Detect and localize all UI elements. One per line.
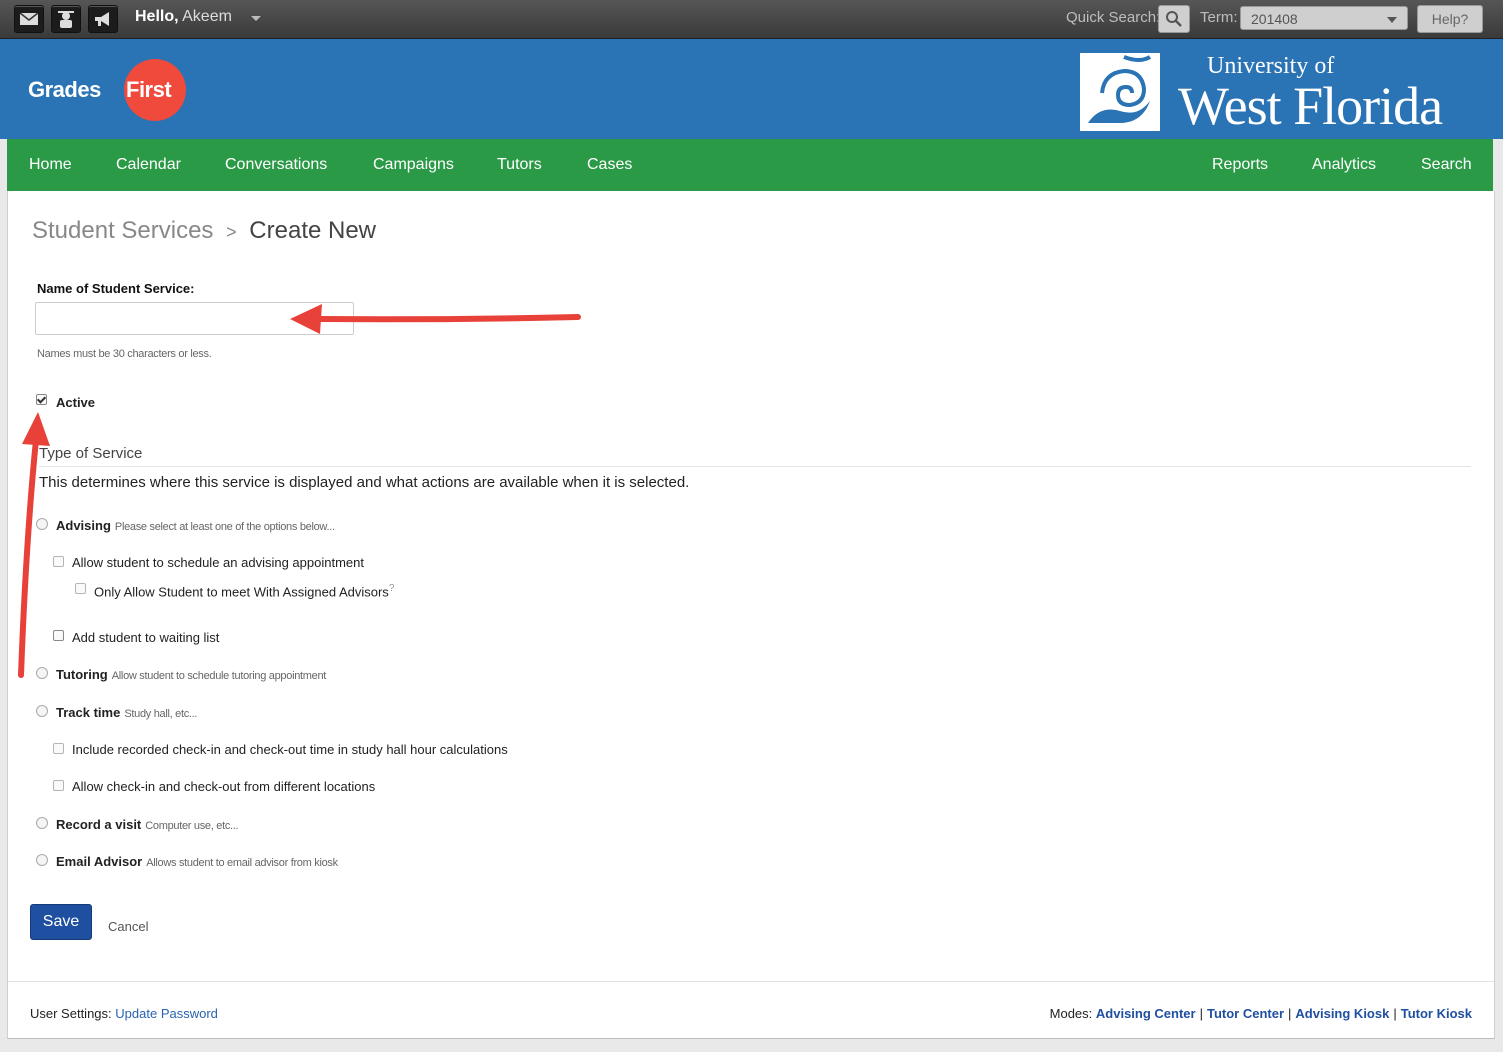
modes-label: Modes: [1049, 1006, 1093, 1021]
nav-tutors[interactable]: Tutors [497, 156, 542, 174]
logo-first-text: First [126, 77, 172, 102]
breadcrumb-parent[interactable]: Student Services [32, 217, 213, 244]
active-label-text: Active [56, 395, 96, 410]
nav-conversations[interactable]: Conversations [225, 156, 327, 174]
hello-text: Hello, [135, 8, 179, 25]
track-time-option: Track time Study hall, etc... [56, 705, 198, 720]
section-divider [39, 466, 1471, 467]
waiting-list-label: Add student to waiting list [72, 630, 220, 645]
footer-divider [8, 981, 1494, 982]
help-button[interactable]: Help? [1417, 5, 1483, 33]
mail-icon[interactable] [14, 5, 44, 33]
modes: Modes: Advising Center | Tutor Center | Advi… [1050, 1006, 1472, 1021]
mode-separator: | [1288, 1006, 1292, 1021]
quick-search-label: Quick Search: [1066, 9, 1161, 26]
advising-desc: Please select at least one of the option… [114, 521, 335, 533]
mode-tutor-kiosk[interactable]: Tutor Kiosk [1401, 1006, 1472, 1021]
record-visit-option: Record a visit Computer use, etc... [56, 817, 239, 832]
active-checkbox[interactable] [36, 394, 47, 405]
record-visit-label: Record a visit [56, 817, 142, 832]
nav-calendar[interactable]: Calendar [116, 156, 181, 174]
advising-option: Advising Please select at least one of th… [56, 518, 335, 533]
main-nav: Home Calendar Conversations Campaigns Tu… [7, 139, 1493, 191]
active-label: Active [56, 395, 95, 410]
page-title: Create New [249, 217, 377, 244]
assigned-advisors-label: Only Allow Student to meet With Assigned… [94, 584, 389, 600]
nav-cases[interactable]: Cases [587, 156, 632, 174]
name-label: Name of Student Service: [37, 281, 195, 296]
mode-separator: | [1199, 1006, 1203, 1021]
breadcrumb: Student Services > Create New [32, 217, 376, 245]
mode-tutor-center[interactable]: Tutor Center [1207, 1006, 1284, 1021]
search-icon [1166, 11, 1182, 27]
mode-advising-kiosk[interactable]: Advising Kiosk [1295, 1006, 1389, 1021]
section-description: This determines where this service is di… [39, 474, 690, 491]
service-name-input[interactable] [35, 302, 354, 335]
advising-radio[interactable] [36, 518, 48, 530]
record-visit-desc: Computer use, etc... [145, 820, 239, 832]
chevron-down-icon [1387, 17, 1397, 23]
uwf-emblem-icon [1080, 53, 1160, 131]
nav-campaigns[interactable]: Campaigns [373, 156, 454, 174]
save-button[interactable]: Save [30, 904, 92, 940]
track-time-radio[interactable] [36, 705, 48, 717]
advising-label: Advising [56, 518, 111, 533]
user-name: Akeem [182, 8, 232, 25]
nav-reports[interactable]: Reports [1212, 156, 1268, 174]
email-advisor-option: Email Advisor Allows student to email adv… [56, 854, 338, 869]
tutoring-desc: Allow student to schedule tutoring appoi… [111, 670, 327, 682]
section-title: Type of Service [39, 445, 143, 462]
term-select[interactable]: 201408 [1240, 6, 1408, 30]
email-advisor-label: Email Advisor [56, 854, 143, 869]
logo-grades-text: Grades [28, 77, 101, 102]
tutoring-radio[interactable] [36, 667, 48, 679]
term-label: Term: [1200, 9, 1238, 26]
record-visit-radio[interactable] [36, 817, 48, 829]
schedule-advising-label: Allow student to schedule an advising ap… [72, 555, 364, 570]
waiting-list-checkbox[interactable] [53, 630, 64, 641]
assigned-advisors-checkbox[interactable] [75, 583, 86, 594]
tutoring-label: Tutoring [56, 667, 108, 682]
email-advisor-radio[interactable] [36, 854, 48, 866]
tutoring-option: Tutoring Allow student to schedule tutori… [56, 667, 326, 682]
top-bar: Hello, Akeem Quick Search: Term: 201408 … [0, 0, 1503, 39]
email-advisor-desc: Allows student to email advisor from kio… [146, 857, 338, 869]
west-florida-text: West Florida [1178, 76, 1443, 136]
nav-analytics[interactable]: Analytics [1312, 156, 1376, 174]
user-settings-label: User Settings: [30, 1006, 112, 1021]
help-icon[interactable]: ? [389, 583, 395, 594]
assigned-advisors-option: Only Allow Student to meet With Assigned… [94, 583, 394, 599]
include-checkin-checkbox[interactable] [53, 743, 64, 754]
update-password-link[interactable]: Update Password [115, 1006, 218, 1021]
megaphone-icon[interactable] [88, 5, 118, 33]
track-time-label: Track time [56, 705, 121, 720]
student-icon[interactable] [51, 5, 81, 33]
cancel-link[interactable]: Cancel [108, 919, 148, 934]
header-banner: Grades First University of West Florida [0, 39, 1503, 139]
nav-search[interactable]: Search [1421, 156, 1472, 174]
search-button[interactable] [1158, 5, 1190, 33]
mode-separator: | [1393, 1006, 1397, 1021]
nav-home[interactable]: Home [29, 156, 72, 174]
chevron-down-icon[interactable] [251, 16, 261, 21]
include-checkin-label: Include recorded check-in and check-out … [72, 742, 508, 757]
mode-advising-center[interactable]: Advising Center [1096, 1006, 1196, 1021]
gradesfirst-logo[interactable]: Grades First [28, 55, 198, 121]
user-settings: User Settings: Update Password [30, 1006, 218, 1021]
main-content: Student Services > Create New Name of St… [7, 191, 1495, 1039]
term-value: 201408 [1251, 11, 1298, 27]
user-greeting[interactable]: Hello, Akeem [135, 8, 232, 26]
track-time-desc: Study hall, etc... [124, 708, 198, 720]
different-locations-checkbox[interactable] [53, 780, 64, 791]
breadcrumb-separator: > [226, 222, 237, 242]
name-hint: Names must be 30 characters or less. [37, 348, 212, 360]
schedule-advising-checkbox[interactable] [53, 556, 64, 567]
different-locations-label: Allow check-in and check-out from differ… [72, 779, 376, 794]
